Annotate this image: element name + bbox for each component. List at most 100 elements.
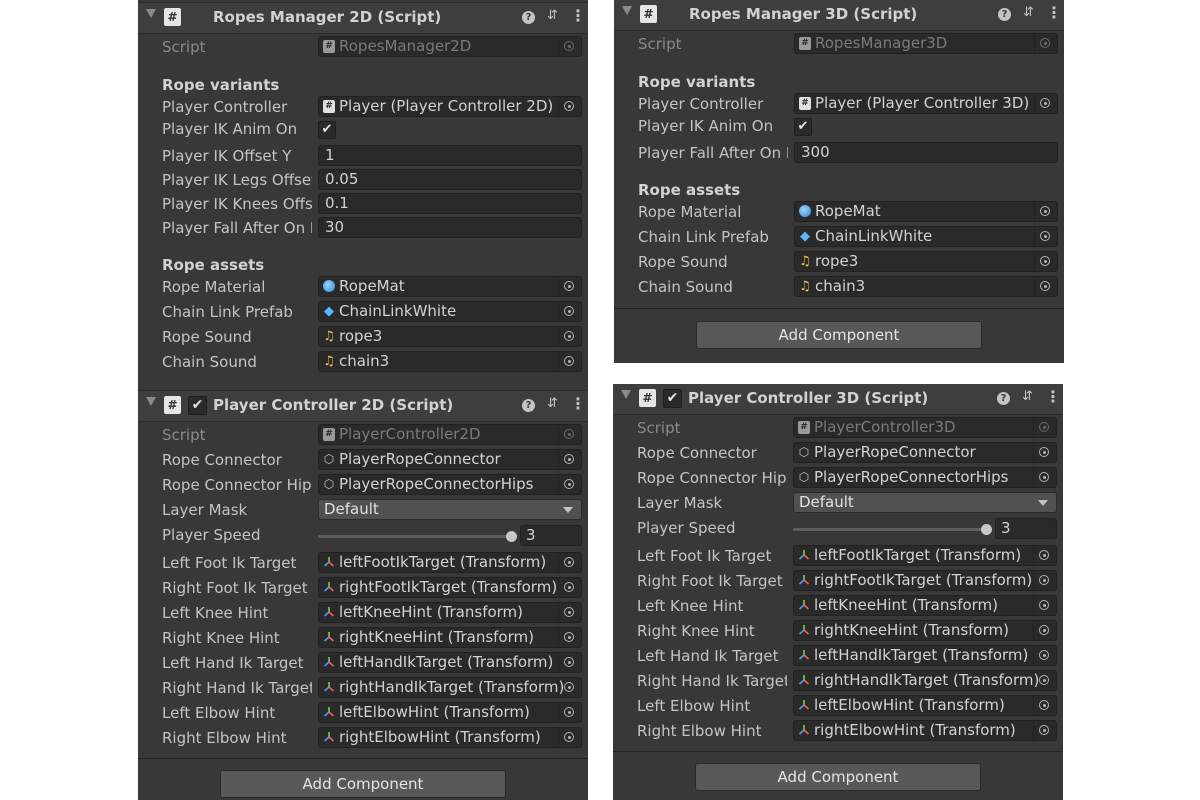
chain-link-prefab-field[interactable]: ◆ ChainLinkWhite	[318, 301, 582, 322]
player-controller-2d-header[interactable]: # ✔ Player Controller 2D (Script) ? ⇵ ⋮	[138, 390, 588, 422]
player-controller-3d-header[interactable]: # ✔ Player Controller 3D (Script) ? ⇵ ⋮	[613, 384, 1063, 415]
object-picker-icon[interactable]	[558, 603, 581, 622]
transform-field[interactable]: rightFootIkTarget (Transform)	[793, 570, 1057, 591]
transform-field[interactable]: rightKneeHint (Transform)	[793, 620, 1057, 641]
object-picker-icon[interactable]	[1033, 646, 1056, 665]
preset-icon[interactable]: ⇵	[545, 8, 560, 24]
object-picker-icon[interactable]	[558, 352, 581, 371]
transform-field[interactable]: leftHandIkTarget (Transform)	[793, 645, 1057, 666]
add-component-button[interactable]: Add Component	[696, 321, 982, 349]
chain-link-prefab-field[interactable]: ◆ ChainLinkWhite	[794, 226, 1058, 247]
component-enabled-checkbox[interactable]: ✔	[663, 389, 682, 408]
foldout-arrow-icon[interactable]	[622, 6, 632, 15]
more-options-icon[interactable]: ⋮	[1045, 389, 1061, 405]
object-picker-icon[interactable]	[558, 578, 581, 597]
help-icon[interactable]: ?	[997, 392, 1010, 405]
object-picker-icon[interactable]	[1033, 621, 1056, 640]
component-enabled-checkbox[interactable]: ✔	[188, 396, 207, 415]
transform-field[interactable]: leftKneeHint (Transform)	[318, 602, 582, 623]
more-options-icon[interactable]: ⋮	[570, 396, 586, 412]
object-picker-icon[interactable]	[1033, 596, 1056, 615]
transform-field[interactable]: leftElbowHint (Transform)	[793, 695, 1057, 716]
layer-mask-dropdown[interactable]: Default	[318, 499, 582, 520]
help-icon[interactable]: ?	[998, 8, 1011, 21]
transform-field[interactable]: leftHandIkTarget (Transform)	[318, 652, 582, 673]
player-speed-slider-thumb[interactable]	[981, 524, 992, 535]
ropes-manager-2d-header[interactable]: # Ropes Manager 2D (Script) ? ⇵ ⋮	[138, 2, 588, 34]
preset-icon[interactable]: ⇵	[1020, 389, 1035, 405]
transform-field[interactable]: leftFootIkTarget (Transform)	[793, 545, 1057, 566]
player-speed-input[interactable]: 3	[995, 518, 1057, 539]
transform-field[interactable]: leftKneeHint (Transform)	[793, 595, 1057, 616]
add-component-button[interactable]: Add Component	[695, 763, 981, 791]
help-icon[interactable]: ?	[522, 399, 535, 412]
object-picker-icon[interactable]	[1034, 227, 1057, 246]
ik-anim-checkbox[interactable]: ✔	[318, 121, 336, 139]
ik-legs-offset-input[interactable]: 0.05	[318, 169, 582, 190]
rope-connector-field[interactable]: ⬡ PlayerRopeConnector	[793, 442, 1057, 463]
transform-field[interactable]: rightHandIkTarget (Transform)	[318, 677, 582, 698]
player-speed-slider-thumb[interactable]	[506, 531, 517, 542]
chain-sound-field[interactable]: ♫ chain3	[794, 276, 1058, 297]
fall-after-input[interactable]: 30	[318, 217, 582, 238]
player-speed-input[interactable]: 3	[520, 525, 582, 546]
player-controller-field[interactable]: # Player (Player Controller 3D)	[794, 93, 1058, 114]
transform-field[interactable]: rightKneeHint (Transform)	[318, 627, 582, 648]
object-picker-icon[interactable]	[558, 728, 581, 747]
object-picker-icon[interactable]	[1034, 252, 1057, 271]
object-picker-icon[interactable]	[1034, 277, 1057, 296]
ik-offset-y-input[interactable]: 1	[318, 145, 582, 166]
foldout-arrow-icon[interactable]	[621, 390, 631, 399]
transform-field[interactable]: rightElbowHint (Transform)	[318, 727, 582, 748]
rope-sound-field[interactable]: ♫ rope3	[794, 251, 1058, 272]
object-picker-icon[interactable]	[1033, 468, 1056, 487]
object-picker-icon[interactable]	[558, 277, 581, 296]
object-picker-icon[interactable]	[1033, 571, 1056, 590]
object-picker-icon[interactable]	[1033, 546, 1056, 565]
object-picker-icon[interactable]	[1033, 671, 1056, 690]
more-options-icon[interactable]: ⋮	[1046, 5, 1062, 21]
chain-sound-field[interactable]: ♫ chain3	[318, 351, 582, 372]
ik-anim-checkbox[interactable]: ✔	[794, 118, 812, 136]
rope-connector-hips-field[interactable]: ⬡ PlayerRopeConnectorHips	[793, 467, 1057, 488]
object-picker-icon[interactable]	[558, 450, 581, 469]
object-picker-icon[interactable]	[1034, 94, 1057, 113]
transform-field[interactable]: leftFootIkTarget (Transform)	[318, 552, 582, 573]
preset-icon[interactable]: ⇵	[1021, 5, 1036, 21]
foldout-arrow-icon[interactable]	[146, 397, 156, 406]
object-picker-icon[interactable]	[558, 703, 581, 722]
object-picker-icon[interactable]	[558, 553, 581, 572]
transform-field[interactable]: rightFootIkTarget (Transform)	[318, 577, 582, 598]
object-picker-icon[interactable]	[1033, 443, 1056, 462]
preset-icon[interactable]: ⇵	[545, 396, 560, 412]
object-picker-icon[interactable]	[1033, 696, 1056, 715]
object-picker-icon[interactable]	[558, 327, 581, 346]
transform-field[interactable]: leftElbowHint (Transform)	[318, 702, 582, 723]
rope-connector-field[interactable]: ⬡ PlayerRopeConnector	[318, 449, 582, 470]
layer-mask-dropdown[interactable]: Default	[793, 492, 1057, 513]
transform-field[interactable]: rightElbowHint (Transform)	[793, 720, 1057, 741]
object-picker-icon[interactable]	[558, 475, 581, 494]
rope-material-field[interactable]: RopeMat	[794, 201, 1058, 222]
rope-connector-hips-field[interactable]: ⬡ PlayerRopeConnectorHips	[318, 474, 582, 495]
ik-knees-offset-input[interactable]: 0.1	[318, 193, 582, 214]
object-picker-icon[interactable]	[1033, 721, 1056, 740]
object-picker-icon[interactable]	[1034, 202, 1057, 221]
object-picker-icon[interactable]	[558, 97, 581, 116]
foldout-arrow-icon[interactable]	[146, 9, 156, 18]
object-picker-icon[interactable]	[558, 678, 581, 697]
object-picker-icon[interactable]	[558, 302, 581, 321]
player-speed-slider-track[interactable]	[318, 535, 512, 538]
help-icon[interactable]: ?	[522, 11, 535, 24]
player-speed-slider-track[interactable]	[793, 528, 987, 531]
add-component-button[interactable]: Add Component	[220, 770, 506, 798]
ropes-manager-3d-header[interactable]: # Ropes Manager 3D (Script) ? ⇵ ⋮	[614, 0, 1064, 31]
rope-sound-field[interactable]: ♫ rope3	[318, 326, 582, 347]
object-picker-icon[interactable]	[558, 628, 581, 647]
fall-after-input[interactable]: 300	[794, 142, 1058, 163]
transform-field[interactable]: rightHandIkTarget (Transform)	[793, 670, 1057, 691]
more-options-icon[interactable]: ⋮	[570, 8, 586, 24]
object-picker-icon[interactable]	[558, 653, 581, 672]
player-controller-field[interactable]: # Player (Player Controller 2D)	[318, 96, 582, 117]
rope-material-field[interactable]: RopeMat	[318, 276, 582, 297]
